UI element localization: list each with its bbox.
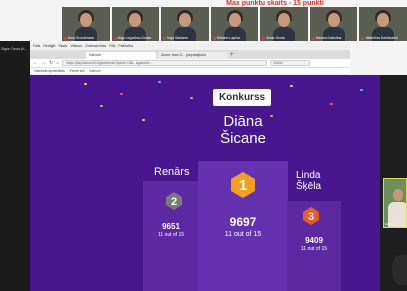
- mic-muted-icon: [212, 36, 216, 40]
- participant-name: Marina Dabolina: [311, 36, 356, 40]
- menu-item[interactable]: Rīki: [109, 43, 115, 50]
- mic-muted-icon: [113, 36, 117, 40]
- webcam-label: Ieva G...: [385, 222, 397, 226]
- participant-face: [79, 13, 92, 27]
- first-place-correct: 11 out of 15: [224, 231, 262, 238]
- menu-item[interactable]: Fails: [33, 43, 40, 50]
- confetti: [360, 89, 363, 91]
- participant-face: [278, 13, 291, 27]
- menu-item[interactable]: Rediģēt: [43, 43, 55, 50]
- kahoot-podium-stage: Konkurss Diāna Šicane Renārs 2 9651 11 o…: [30, 75, 380, 291]
- mic-muted-icon: [311, 36, 315, 40]
- participant-face: [228, 13, 241, 27]
- participant-name: Aiga Legzdina-Cinata: [113, 36, 158, 40]
- mic-muted-icon: [262, 36, 266, 40]
- first-place-name: Diāna Šicane: [202, 113, 284, 147]
- bookmark-item[interactable]: Kahoot!: [89, 68, 100, 74]
- participant-face: [178, 13, 191, 27]
- second-place-score: 9651: [162, 222, 180, 231]
- home-icon[interactable]: ⌂: [56, 59, 59, 68]
- bookmark-item[interactable]: Pirmie soļi: [70, 68, 85, 74]
- confetti: [100, 105, 103, 107]
- confetti: [84, 83, 87, 85]
- participant-face: [327, 13, 340, 27]
- third-place-badge-icon: 3: [303, 207, 319, 225]
- webcam-preview-secondary: [392, 255, 407, 285]
- reload-icon[interactable]: ↻: [49, 59, 53, 68]
- participant-tile[interactable]: Kristine Lapina: [210, 7, 259, 41]
- participant-name: Inga Sarkane: [163, 36, 207, 40]
- confetti: [142, 119, 145, 121]
- participant-name: Anda Ozola: [262, 36, 306, 40]
- second-place-badge-icon: 2: [166, 192, 182, 210]
- participant-face: [129, 13, 142, 27]
- third-place-score: 9409: [305, 236, 323, 245]
- first-place-badge-icon: 1: [231, 172, 255, 198]
- menu-item[interactable]: Grāmatzīmes: [85, 43, 106, 50]
- confetti: [190, 97, 193, 99]
- webcam-preview[interactable]: Ieva G...: [383, 178, 407, 228]
- menu-item[interactable]: Palīdzība: [118, 43, 133, 50]
- url-bar[interactable]: https://play.kahoot.it/v2/gameblock?quiz…: [62, 60, 268, 66]
- webcam-face: [393, 189, 403, 201]
- rank-number: 3: [308, 211, 314, 223]
- bookmark-item[interactable]: Visbiežāk apmeklētās: [34, 68, 65, 74]
- tab-zoom[interactable]: Zoom: Ieva G... pieprasījums: [158, 52, 228, 59]
- participant-tile[interactable]: Valentina Dzelzkalne: [359, 7, 407, 41]
- third-place-correct: 11 out of 15: [300, 246, 328, 252]
- participant-name: Kristine Lapina: [212, 36, 257, 40]
- second-place-name: Renārs: [154, 166, 190, 178]
- confetti: [290, 85, 293, 87]
- host-label: Signe Ozola (K...: [1, 47, 28, 51]
- third-place-name-line1: Linda: [296, 170, 321, 181]
- browser-tab-bar: Kahoot! Zoom: Ieva G... pieprasījums +: [30, 50, 350, 59]
- participant-tile[interactable]: Ieva Grundmane: [62, 7, 110, 41]
- rank-number: 1: [239, 177, 247, 194]
- participant-tile[interactable]: Aiga Legzdina-Cinata: [111, 7, 160, 41]
- browser-toolbar: ← → ↻ ⌂ https://play.kahoot.it/v2/gamebl…: [30, 59, 350, 68]
- participant-tile[interactable]: Inga Sarkane: [161, 7, 209, 41]
- confetti: [330, 103, 333, 105]
- back-icon[interactable]: ←: [33, 59, 38, 68]
- browser-menu-bar: Fails Rediģēt Skats Vēsture Grāmatzīmes …: [30, 43, 350, 50]
- rank-number: 2: [171, 196, 177, 208]
- participant-tile[interactable]: Marina Dabolina: [309, 7, 358, 41]
- second-place-correct: 11 out of 15: [157, 232, 185, 238]
- first-place-name-line2: Šicane: [220, 130, 266, 147]
- bookmarks-bar: Visbiežāk apmeklētās Pirmie soļi Kahoot!: [30, 68, 350, 75]
- participant-name: Valentina Dzelzkalne: [361, 36, 405, 40]
- first-place-score: 9697: [229, 215, 257, 229]
- participant-strip: Ieva Grundmane Aiga Legzdina-Cinata Inga…: [62, 7, 407, 41]
- host-window-column: Signe Ozola (K...: [0, 41, 30, 291]
- participant-name: Ieva Grundmane: [64, 36, 108, 40]
- participant-face: [377, 13, 390, 27]
- tab-kahoot[interactable]: Kahoot!: [86, 52, 156, 59]
- screen-caption: Max punktu skaits - 15 punkti: [226, 0, 324, 7]
- third-place-name-line2: Šķēla: [296, 181, 322, 192]
- confetti: [158, 81, 161, 83]
- first-place-name-line1: Diāna: [223, 113, 263, 130]
- confetti: [120, 93, 123, 95]
- search-input[interactable]: Meklēt: [270, 60, 311, 66]
- mic-muted-icon: [163, 36, 167, 40]
- new-tab-icon[interactable]: +: [230, 52, 234, 59]
- menu-item[interactable]: Vēsture: [70, 43, 82, 50]
- quiz-title: Konkurss: [213, 89, 271, 106]
- zoom-screen-share: Max punktu skaits - 15 punkti Ieva Grund…: [0, 0, 407, 291]
- participant-tile[interactable]: Anda Ozola: [260, 7, 308, 41]
- menu-item[interactable]: Skats: [58, 43, 67, 50]
- forward-icon[interactable]: →: [41, 59, 46, 68]
- mic-muted-icon: [64, 36, 67, 40]
- third-place-name: Linda Šķēla: [296, 170, 321, 192]
